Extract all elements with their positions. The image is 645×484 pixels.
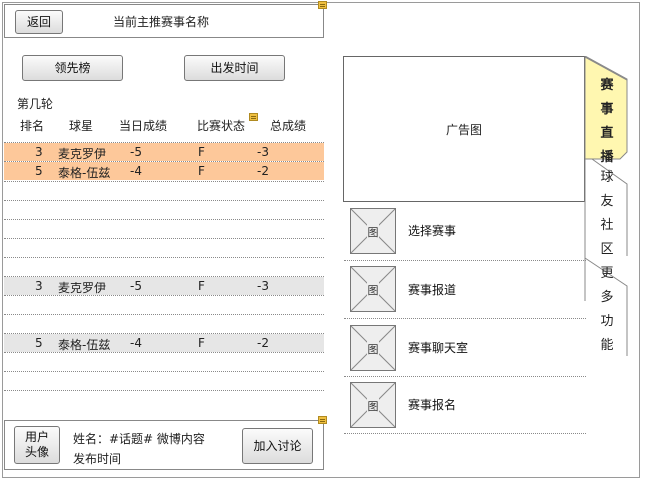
row-separator [4, 371, 324, 372]
status-cell: F [198, 279, 205, 293]
note-icon [249, 113, 258, 121]
player-cell: 泰格-伍兹 [58, 338, 111, 352]
row-separator [4, 333, 324, 334]
join-discussion-button[interactable]: 加入讨论 [242, 428, 313, 464]
post-name-line: 姓名：#话题# 微博内容 [73, 432, 205, 446]
rank-cell: 5 [35, 164, 43, 178]
row-separator [4, 142, 324, 143]
row-separator [4, 295, 324, 296]
row-separator [4, 314, 324, 315]
table-row-highlighted[interactable]: 3 麦克罗伊 -5 F -3 [4, 143, 324, 161]
tab-more-features[interactable]: 更 多 功 能 [584, 262, 629, 362]
avatar[interactable]: 用户 头像 [14, 426, 60, 464]
round-label: 第几轮 [17, 97, 54, 111]
row-separator [4, 276, 324, 277]
row-separator [4, 219, 324, 220]
table-row-highlighted[interactable]: 5 泰格-伍兹 -4 F -2 [4, 162, 324, 180]
note-icon [318, 1, 327, 9]
column-header-today: 当日成绩 [119, 119, 168, 133]
player-cell: 泰格-伍兹 [58, 166, 111, 180]
note-icon [318, 416, 327, 424]
menu-separator [344, 376, 586, 377]
image-placeholder-icon: 图 [350, 208, 396, 254]
rank-cell: 5 [35, 336, 43, 350]
today-score-cell: -4 [130, 336, 142, 350]
avatar-label: 用户 [24, 430, 49, 444]
total-score-cell: -2 [257, 164, 269, 178]
ad-banner[interactable]: 广告图 [343, 56, 585, 202]
post-time: 发布时间 [73, 452, 122, 466]
status-cell: F [198, 336, 205, 350]
menu-item-event-registration[interactable]: 赛事报名 [408, 396, 456, 413]
image-placeholder-icon: 图 [350, 325, 396, 371]
table-row[interactable]: 3 麦克罗伊 -5 F -3 [4, 277, 324, 295]
today-score-cell: -4 [130, 164, 142, 178]
menu-item-event-reports[interactable]: 赛事报道 [408, 281, 456, 298]
tab-community-label: 球 友 社 区 [600, 170, 614, 257]
table-row[interactable]: 5 泰格-伍兹 -4 F -2 [4, 334, 324, 352]
column-header-total: 总成绩 [270, 119, 307, 133]
image-placeholder-icon: 图 [350, 266, 396, 312]
image-placeholder-icon: 图 [350, 382, 396, 428]
menu-separator [344, 318, 586, 319]
row-separator [4, 390, 324, 391]
ad-label: 广告图 [445, 123, 482, 137]
leaderboard-button[interactable]: 领先榜 [22, 55, 123, 81]
menu-separator [344, 433, 586, 434]
menu-item-select-event[interactable]: 选择赛事 [408, 222, 456, 239]
rank-cell: 3 [35, 279, 43, 293]
page-title: 当前主推赛事名称 [113, 15, 210, 29]
row-separator [4, 181, 324, 182]
column-header-status: 比赛状态 [197, 119, 246, 133]
menu-separator [344, 260, 586, 261]
total-score-cell: -2 [257, 336, 269, 350]
total-score-cell: -3 [257, 145, 269, 159]
player-cell: 麦克罗伊 [58, 281, 107, 295]
today-score-cell: -5 [130, 279, 142, 293]
avatar-label: 头像 [24, 445, 49, 459]
status-cell: F [198, 145, 205, 159]
column-header-rank: 排名 [20, 119, 45, 133]
today-score-cell: -5 [130, 145, 142, 159]
status-cell: F [198, 164, 205, 178]
tab-live-label: 赛 事 直 播 [600, 78, 614, 165]
row-separator [4, 352, 324, 353]
tab-live[interactable]: 赛 事 直 播 [584, 56, 629, 165]
row-separator [4, 257, 324, 258]
menu-item-event-chatroom[interactable]: 赛事聊天室 [408, 339, 468, 356]
total-score-cell: -3 [257, 279, 269, 293]
tab-more-features-label: 更 多 功 能 [600, 266, 614, 353]
row-separator [4, 161, 324, 162]
player-cell: 麦克罗伊 [58, 147, 107, 161]
rank-cell: 3 [35, 145, 43, 159]
column-header-player: 球星 [69, 119, 94, 133]
back-button[interactable]: 返回 [15, 10, 63, 34]
start-time-button[interactable]: 出发时间 [184, 55, 285, 81]
row-separator [4, 238, 324, 239]
row-separator [4, 200, 324, 201]
tab-community[interactable]: 球 友 社 区 [584, 162, 629, 262]
